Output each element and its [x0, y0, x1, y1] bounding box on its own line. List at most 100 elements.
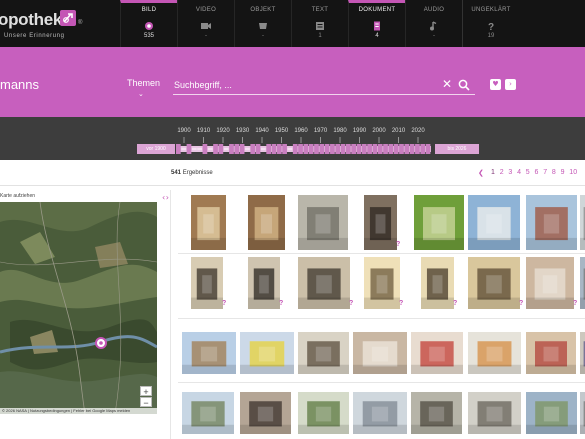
zoom-in-button[interactable]: + — [140, 386, 152, 397]
map-view[interactable]: + − © 2026 NASA | Nutzungsbedingungen | … — [0, 202, 157, 414]
split-toggle-button[interactable]: ‹ › — [162, 193, 169, 202]
map-expand-label[interactable]: Karte aufziehen — [0, 193, 35, 199]
timeline[interactable]: 1900 1910 1920 1930 1940 1950 1960 1970 1980 1990… — [0, 117, 585, 160]
timeline-density-bar — [303, 144, 309, 154]
question-icon: ? — [485, 18, 497, 33]
tab-count: 19 — [487, 33, 495, 39]
result-thumbnail-photo-street-old[interactable] — [353, 392, 407, 434]
unclear-question-icon: ? — [279, 300, 284, 307]
result-thumbnail-photo-clip[interactable] — [580, 195, 585, 250]
tab-label: DOKUMENT — [358, 7, 396, 13]
result-thumbnail-photo-altar-2[interactable] — [248, 195, 285, 250]
thumbnail-image — [353, 341, 407, 374]
tab-label: TEXT — [311, 7, 329, 13]
result-thumbnail-photo-map-sketch[interactable] — [298, 195, 348, 250]
thumbnail-image — [526, 207, 577, 250]
result-thumbnail-photo-people-group[interactable] — [580, 332, 585, 374]
timeline-start-handle[interactable]: vor 1900 — [137, 144, 175, 154]
result-thumbnail-photo-procession[interactable] — [411, 392, 462, 434]
pager-page[interactable]: 5 — [526, 169, 530, 176]
thumbnail-image — [526, 268, 574, 309]
topothek-logo[interactable]: opothek ® Unsere Erinnerung — [0, 6, 120, 42]
thumbnail-image — [191, 207, 226, 250]
thumbnail-image — [182, 401, 234, 434]
tab-count: - — [205, 33, 207, 39]
camera-icon — [143, 18, 155, 30]
result-thumbnail-photo-group[interactable] — [298, 257, 350, 309]
timeline-density-bar — [207, 148, 213, 150]
row-divider — [178, 382, 585, 383]
timeline-density-bar — [314, 144, 319, 154]
clear-search-icon[interactable]: ✕ — [442, 78, 454, 90]
result-thumbnail-photo-model[interactable] — [298, 392, 349, 434]
pager-page[interactable]: 6 — [535, 169, 539, 176]
result-thumbnail-photo-ceremony[interactable] — [240, 392, 291, 434]
audio-icon — [428, 18, 440, 31]
pager-prev-icon[interactable]: ❮ — [478, 169, 484, 177]
pager-page[interactable]: 4 — [517, 169, 521, 176]
favorites-button[interactable]: ♥ — [490, 79, 501, 90]
timeline-density-bar — [340, 144, 346, 154]
timeline-density-bar — [367, 144, 372, 154]
result-thumbnail-photo-brick-building[interactable] — [526, 195, 577, 250]
timeline-density-bar — [399, 144, 404, 154]
result-thumbnail-photo-aerial[interactable] — [526, 392, 577, 434]
result-thumbnail-photo-kids-table[interactable] — [526, 332, 576, 374]
pager-page[interactable]: 1 — [491, 169, 495, 176]
result-thumbnail-photo-portrait-priest[interactable] — [364, 195, 397, 250]
tab-count: 1 — [318, 33, 322, 39]
result-thumbnail-photo-classroom[interactable] — [353, 332, 407, 374]
tab-objekt[interactable]: OBJEKT - — [234, 0, 291, 47]
result-thumbnail-photo-houses[interactable] — [468, 392, 521, 434]
pager-page[interactable]: 9 — [561, 169, 565, 176]
result-thumbnail-photo-town-view[interactable] — [526, 257, 574, 309]
pager-page[interactable]: 10 — [569, 169, 577, 176]
pager-page[interactable]: 2 — [500, 169, 504, 176]
timeline-density-bar — [186, 144, 192, 154]
tab-audio[interactable]: AUDIO - — [405, 0, 462, 47]
result-thumbnail-photo-postcard-collage[interactable] — [414, 195, 464, 250]
tab-bild[interactable]: BILD 535 — [120, 0, 177, 47]
result-thumbnail-photo-clip-2[interactable] — [580, 257, 585, 309]
result-thumbnail-photo-school-group[interactable] — [468, 257, 520, 309]
timeline-density-bar — [319, 144, 325, 154]
thumbnail-image — [526, 401, 577, 434]
result-thumbnail-photo-hall[interactable] — [298, 332, 349, 374]
map-attribution: © 2026 NASA | Nutzungsbedingungen | Fehl… — [0, 408, 157, 414]
registered-mark: ® — [78, 20, 83, 26]
thumbnail-image — [411, 401, 462, 434]
zoom-out-button[interactable]: − — [140, 397, 152, 408]
themen-dropdown[interactable]: Themen — [127, 78, 160, 88]
result-thumbnail-photo-street[interactable] — [182, 332, 236, 374]
result-thumbnail-photo-portrait-man[interactable] — [191, 257, 223, 309]
result-thumbnail-photo-room-bright[interactable] — [468, 332, 521, 374]
top-navigation: opothek ® Unsere Erinnerung BILD 535 VIDEO… — [0, 0, 585, 47]
result-thumbnail-photo-framed[interactable] — [364, 257, 400, 309]
tab-dokument[interactable]: DOKUMENT 4 — [348, 0, 405, 47]
pager-page[interactable]: 7 — [543, 169, 547, 176]
result-thumbnail-photo-village[interactable] — [182, 392, 234, 434]
result-thumbnail-photo-couple[interactable] — [248, 257, 280, 309]
result-thumbnail-photo-building-blue[interactable] — [468, 195, 520, 250]
tab-video[interactable]: VIDEO - — [177, 0, 234, 47]
pager-page[interactable]: 3 — [508, 169, 512, 176]
search-input[interactable] — [173, 75, 475, 95]
search-icon[interactable] — [458, 78, 470, 91]
tab-text[interactable]: TEXT 1 — [291, 0, 348, 47]
result-thumbnail-photo-altar-1[interactable] — [191, 195, 226, 250]
pager-page[interactable]: 8 — [552, 169, 556, 176]
thumbnail-image — [182, 341, 236, 374]
timeline-end-handle[interactable]: bis 2026 — [435, 144, 479, 154]
result-thumbnail-photo-clip-3[interactable] — [580, 392, 585, 434]
thumbnail-image — [411, 341, 463, 374]
result-thumbnail-photo-yard[interactable] — [240, 332, 294, 374]
results-area: 541 Ergebnisse ❮12345678910❯ Karte aufzi… — [0, 160, 585, 439]
chevron-down-icon[interactable]: ⌄ — [138, 90, 144, 98]
tab-ungeklärt[interactable]: UNGEKLÄRT? 19 — [462, 0, 519, 47]
result-thumbnail-photo-room-red[interactable] — [411, 332, 463, 374]
object-icon — [257, 18, 269, 29]
timeline-slider[interactable] — [0, 117, 585, 160]
timeline-density-bar — [255, 144, 261, 154]
more-button[interactable]: › — [505, 79, 516, 90]
result-thumbnail-photo-framed-portrait[interactable] — [421, 257, 454, 309]
